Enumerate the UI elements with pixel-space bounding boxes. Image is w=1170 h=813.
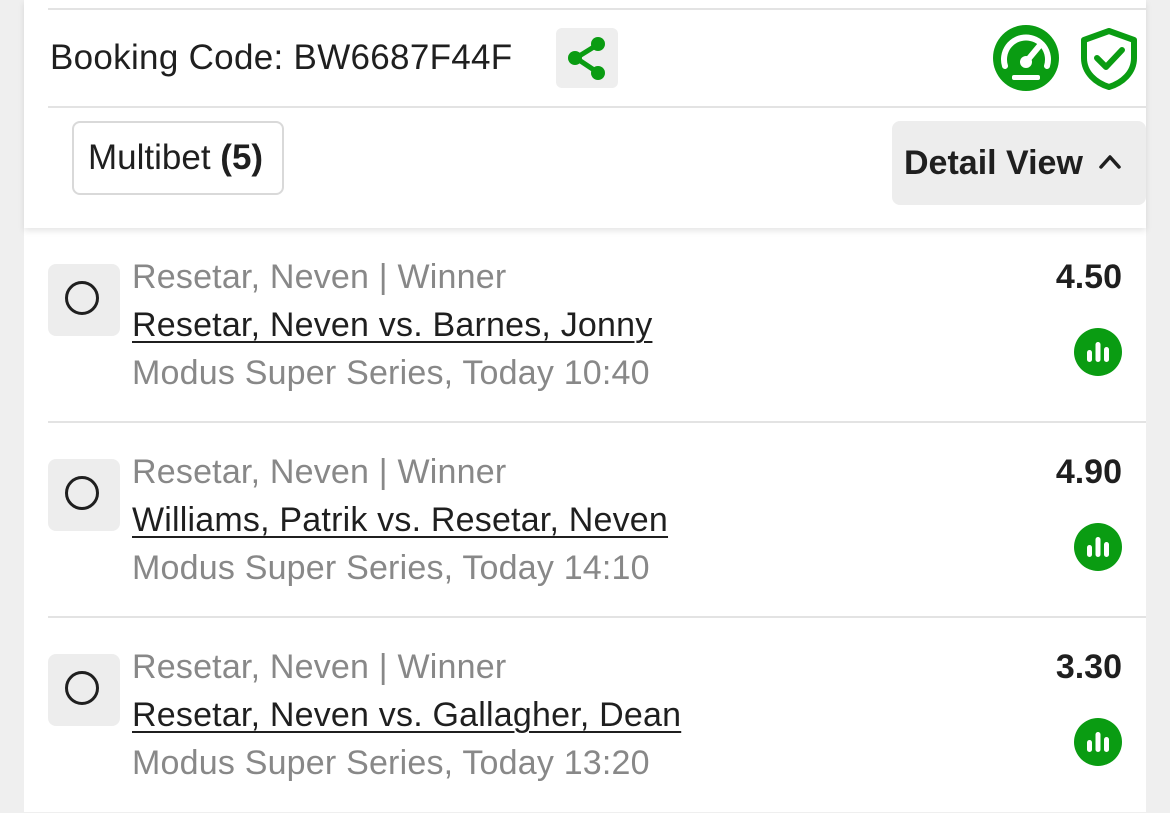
booking-code-value[interactable]: BW6687F44F xyxy=(294,38,513,77)
selection-toggle[interactable] xyxy=(48,654,120,726)
selection-event: Modus Super Series, Today 10:40 xyxy=(132,354,650,392)
shield-check-icon[interactable] xyxy=(1078,28,1140,90)
detail-view-label: Detail View xyxy=(904,144,1083,182)
selection-row: Resetar, Neven | Winner Resetar, Neven v… xyxy=(24,618,1146,813)
betslip-header: Booking Code: BW6687F44F Multibet (5) De… xyxy=(24,0,1146,228)
statistics-icon[interactable] xyxy=(1074,718,1122,766)
statistics-icon[interactable] xyxy=(1074,328,1122,376)
share-button[interactable] xyxy=(556,28,618,88)
booking-code-row: Booking Code: BW6687F44F xyxy=(48,10,1146,108)
booking-code-text: Booking Code: BW6687F44F xyxy=(50,38,512,78)
selection-row: Resetar, Neven | Winner Resetar, Neven v… xyxy=(24,228,1146,423)
booking-code-label: Booking Code: xyxy=(50,38,284,77)
selection-market: Resetar, Neven | Winner xyxy=(132,648,507,686)
share-icon xyxy=(556,28,618,88)
radio-icon xyxy=(65,476,99,510)
selection-market: Resetar, Neven | Winner xyxy=(132,453,507,491)
detail-view-toggle[interactable]: Detail View xyxy=(892,121,1146,205)
speedometer-icon[interactable] xyxy=(992,24,1060,92)
selection-match-link[interactable]: Williams, Patrik vs. Resetar, Neven xyxy=(132,501,668,540)
radio-icon xyxy=(65,281,99,315)
selection-toggle[interactable] xyxy=(48,264,120,336)
radio-icon xyxy=(65,671,99,705)
selection-odds: 4.50 xyxy=(1055,258,1122,296)
betslip-card: Booking Code: BW6687F44F Multibet (5) De… xyxy=(24,0,1146,812)
bet-type-button[interactable]: Multibet (5) xyxy=(72,121,284,195)
selection-row: Resetar, Neven | Winner Williams, Patrik… xyxy=(24,423,1146,618)
selection-event: Modus Super Series, Today 14:10 xyxy=(132,549,650,587)
selection-toggle[interactable] xyxy=(48,459,120,531)
selection-match-link[interactable]: Resetar, Neven vs. Barnes, Jonny xyxy=(132,306,652,345)
statistics-icon[interactable] xyxy=(1074,523,1122,571)
selection-odds: 4.90 xyxy=(1055,453,1122,491)
selection-market: Resetar, Neven | Winner xyxy=(132,258,507,296)
chevron-up-icon xyxy=(1098,151,1122,171)
bet-type-label: Multibet xyxy=(88,138,211,177)
selection-count: (5) xyxy=(220,138,264,177)
selection-match-link[interactable]: Resetar, Neven vs. Gallagher, Dean xyxy=(132,696,681,735)
selection-odds: 3.30 xyxy=(1055,648,1122,686)
selection-event: Modus Super Series, Today 13:20 xyxy=(132,744,650,782)
